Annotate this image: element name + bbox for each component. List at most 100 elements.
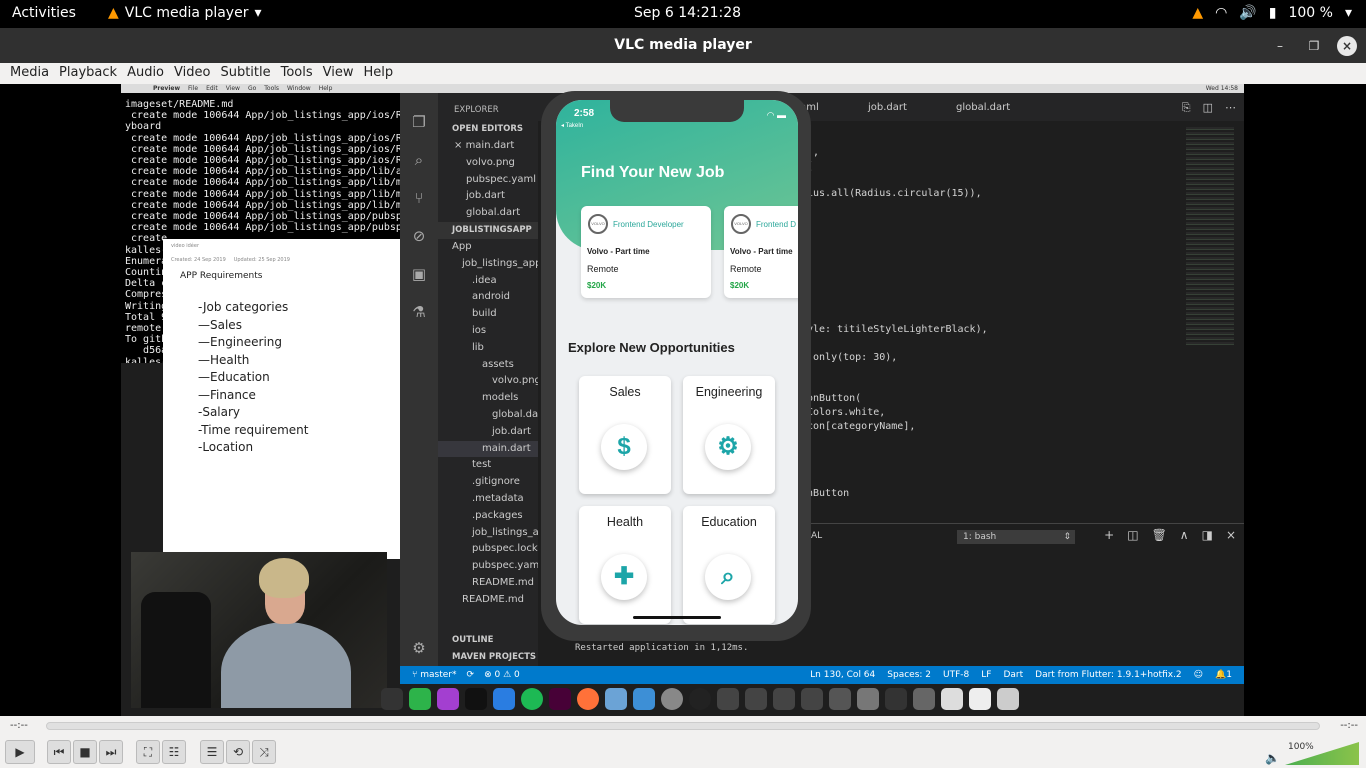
vlc-cone-icon: ▲ <box>108 5 119 21</box>
branch-status[interactable]: ⑂ master* <box>412 666 457 684</box>
tree-item[interactable]: README.md <box>438 575 538 592</box>
category-card-engineering[interactable]: Engineering ⚙ <box>683 376 775 494</box>
notifications[interactable]: 🔔1 <box>1215 666 1232 684</box>
open-editors-header[interactable]: OPEN EDITORS <box>438 121 538 138</box>
tree-item[interactable]: job_listings_app <box>438 256 538 273</box>
remaining-time[interactable]: --:-- <box>1340 720 1358 731</box>
menu-video[interactable]: Video <box>169 63 215 84</box>
tree-item[interactable]: job.dart <box>438 424 538 441</box>
tree-item[interactable]: lib <box>438 340 538 357</box>
code-editor[interactable]: ), ( ius.all(Radius.circular(15)), yle: … <box>795 121 1225 541</box>
open-editor-item[interactable]: global.dart <box>438 205 538 222</box>
open-changes-icon[interactable]: ⎘ <box>1182 101 1191 115</box>
menu-subtitle[interactable]: Subtitle <box>215 63 275 84</box>
vlc-tray-icon[interactable]: ▲ <box>1192 5 1203 21</box>
explorer-sidebar: EXPLORER OPEN EDITORS × main.dart volvo.… <box>438 93 538 675</box>
tree-item[interactable]: volvo.png <box>438 373 538 390</box>
tree-item[interactable]: .idea <box>438 273 538 290</box>
debug-icon: ⊘ <box>412 227 426 245</box>
smiley-icon[interactable]: ☺ <box>1194 666 1203 684</box>
back-link[interactable]: ◂ TakeIn <box>561 122 583 129</box>
app-menu-button[interactable]: ▲ VLC media player ▾ <box>108 5 261 21</box>
minimize-button[interactable]: – <box>1270 36 1290 56</box>
category-card-sales[interactable]: Sales $ <box>579 376 671 494</box>
maximize-button[interactable]: ❐ <box>1304 36 1324 56</box>
extended-settings-button[interactable]: ☷ <box>162 740 186 764</box>
system-tray[interactable]: ▲ ◠ 🔊 ▮ 100 % ▾ <box>1192 5 1352 21</box>
warning-count: 0 <box>514 670 520 680</box>
tree-item[interactable]: .gitignore <box>438 474 538 491</box>
dock-app-icon <box>437 688 459 710</box>
terminal-select[interactable]: 1: bash ⇕ <box>957 530 1075 544</box>
tree-item[interactable]: android <box>438 289 538 306</box>
close-panel-icon[interactable]: × <box>1226 528 1236 542</box>
cursor-position[interactable]: Ln 130, Col 64 <box>810 666 875 684</box>
language-mode[interactable]: Dart <box>1003 666 1023 684</box>
menu-media[interactable]: Media <box>5 63 54 84</box>
tree-item[interactable]: test <box>438 457 538 474</box>
menu-help[interactable]: Help <box>359 63 399 84</box>
sync-icon[interactable]: ⟳ <box>467 666 475 684</box>
tree-item[interactable]: App <box>438 239 538 256</box>
minimap[interactable] <box>1186 127 1234 347</box>
job-card[interactable]: VOLVO Frontend Developer Volvo - Part ti… <box>581 206 711 298</box>
speaker-icon[interactable]: 🔈 <box>1265 751 1280 765</box>
outline-header[interactable]: OUTLINE <box>438 632 538 649</box>
open-editor-item[interactable]: volvo.png <box>438 155 538 172</box>
fullscreen-button[interactable]: ⛶ <box>136 740 160 764</box>
split-terminal-icon[interactable]: ◫ <box>1127 528 1138 542</box>
next-button[interactable]: ⏭ <box>99 740 123 764</box>
tree-item-selected[interactable]: main.dart <box>438 440 538 458</box>
tree-item[interactable]: .packages <box>438 508 538 525</box>
open-editor-item[interactable]: job.dart <box>438 188 538 205</box>
panel-layout-icon[interactable]: ◨ <box>1202 528 1213 542</box>
line-ending[interactable]: LF <box>981 666 991 684</box>
loop-button[interactable]: ⟲ <box>226 740 250 764</box>
tree-item[interactable]: models <box>438 390 538 407</box>
activities-button[interactable]: Activities <box>12 5 76 21</box>
tree-item[interactable]: .metadata <box>438 491 538 508</box>
source-control-icon: ⑂ <box>414 189 424 207</box>
open-editor-item[interactable]: × main.dart <box>438 138 538 155</box>
project-header[interactable]: JOBLISTINGSAPP <box>438 221 538 239</box>
stop-button[interactable]: ■ <box>73 740 97 764</box>
maven-header[interactable]: MAVEN PROJECTS <box>438 649 538 666</box>
tree-item[interactable]: pubspec.lock <box>438 541 538 558</box>
tree-item[interactable]: global.dart <box>438 407 538 424</box>
tab-global-dart[interactable]: global.dart <box>956 102 1010 113</box>
playlist-button[interactable]: ☰ <box>200 740 224 764</box>
close-button[interactable]: × <box>1337 36 1357 56</box>
video-display[interactable]: Preview File Edit View Go Tools Window H… <box>0 84 1366 716</box>
problems-status[interactable]: ⊗ 0 ⚠ 0 <box>484 666 520 684</box>
job-card[interactable]: VOLVO Frontend D Volvo - Part time Remot… <box>724 206 798 298</box>
menu-view[interactable]: View <box>318 63 359 84</box>
sdk-version[interactable]: Dart from Flutter: 1.9.1+hotfix.2 <box>1035 666 1182 684</box>
terminal-line: create mode 100644 App/job_listings_app/… <box>131 177 401 189</box>
more-icon[interactable]: ⋯ <box>1225 101 1236 115</box>
encoding[interactable]: UTF-8 <box>943 666 969 684</box>
tree-item[interactable]: build <box>438 306 538 323</box>
category-card-health[interactable]: Health ✚ <box>579 506 671 624</box>
tree-item[interactable]: README.md <box>438 592 538 609</box>
tree-item[interactable]: pubspec.yaml <box>438 558 538 575</box>
open-editor-item[interactable]: pubspec.yaml <box>438 172 538 189</box>
panel-label[interactable]: AL <box>811 531 822 541</box>
indentation[interactable]: Spaces: 2 <box>887 666 931 684</box>
tree-item[interactable]: ios <box>438 323 538 340</box>
tree-item[interactable]: job_listings_app <box>438 525 538 542</box>
add-terminal-icon[interactable]: + <box>1104 528 1114 542</box>
chevron-up-icon[interactable]: ∧ <box>1180 528 1189 542</box>
menu-tools[interactable]: Tools <box>276 63 318 84</box>
tree-item[interactable]: assets <box>438 357 538 374</box>
category-card-education[interactable]: Education ⌕ <box>683 506 775 624</box>
trash-icon[interactable]: 🗑 <box>1152 528 1167 542</box>
tab-job-dart[interactable]: job.dart <box>868 102 907 113</box>
play-button[interactable]: ▶ <box>5 740 35 764</box>
clock[interactable]: Sep 6 14:21:28 <box>634 5 741 21</box>
shuffle-button[interactable]: ⤨ <box>252 740 276 764</box>
previous-button[interactable]: ⏮ <box>47 740 71 764</box>
split-editor-icon[interactable]: ◫ <box>1203 101 1213 115</box>
seek-slider[interactable] <box>46 722 1320 730</box>
menu-playback[interactable]: Playback <box>54 63 122 84</box>
menu-audio[interactable]: Audio <box>122 63 169 84</box>
